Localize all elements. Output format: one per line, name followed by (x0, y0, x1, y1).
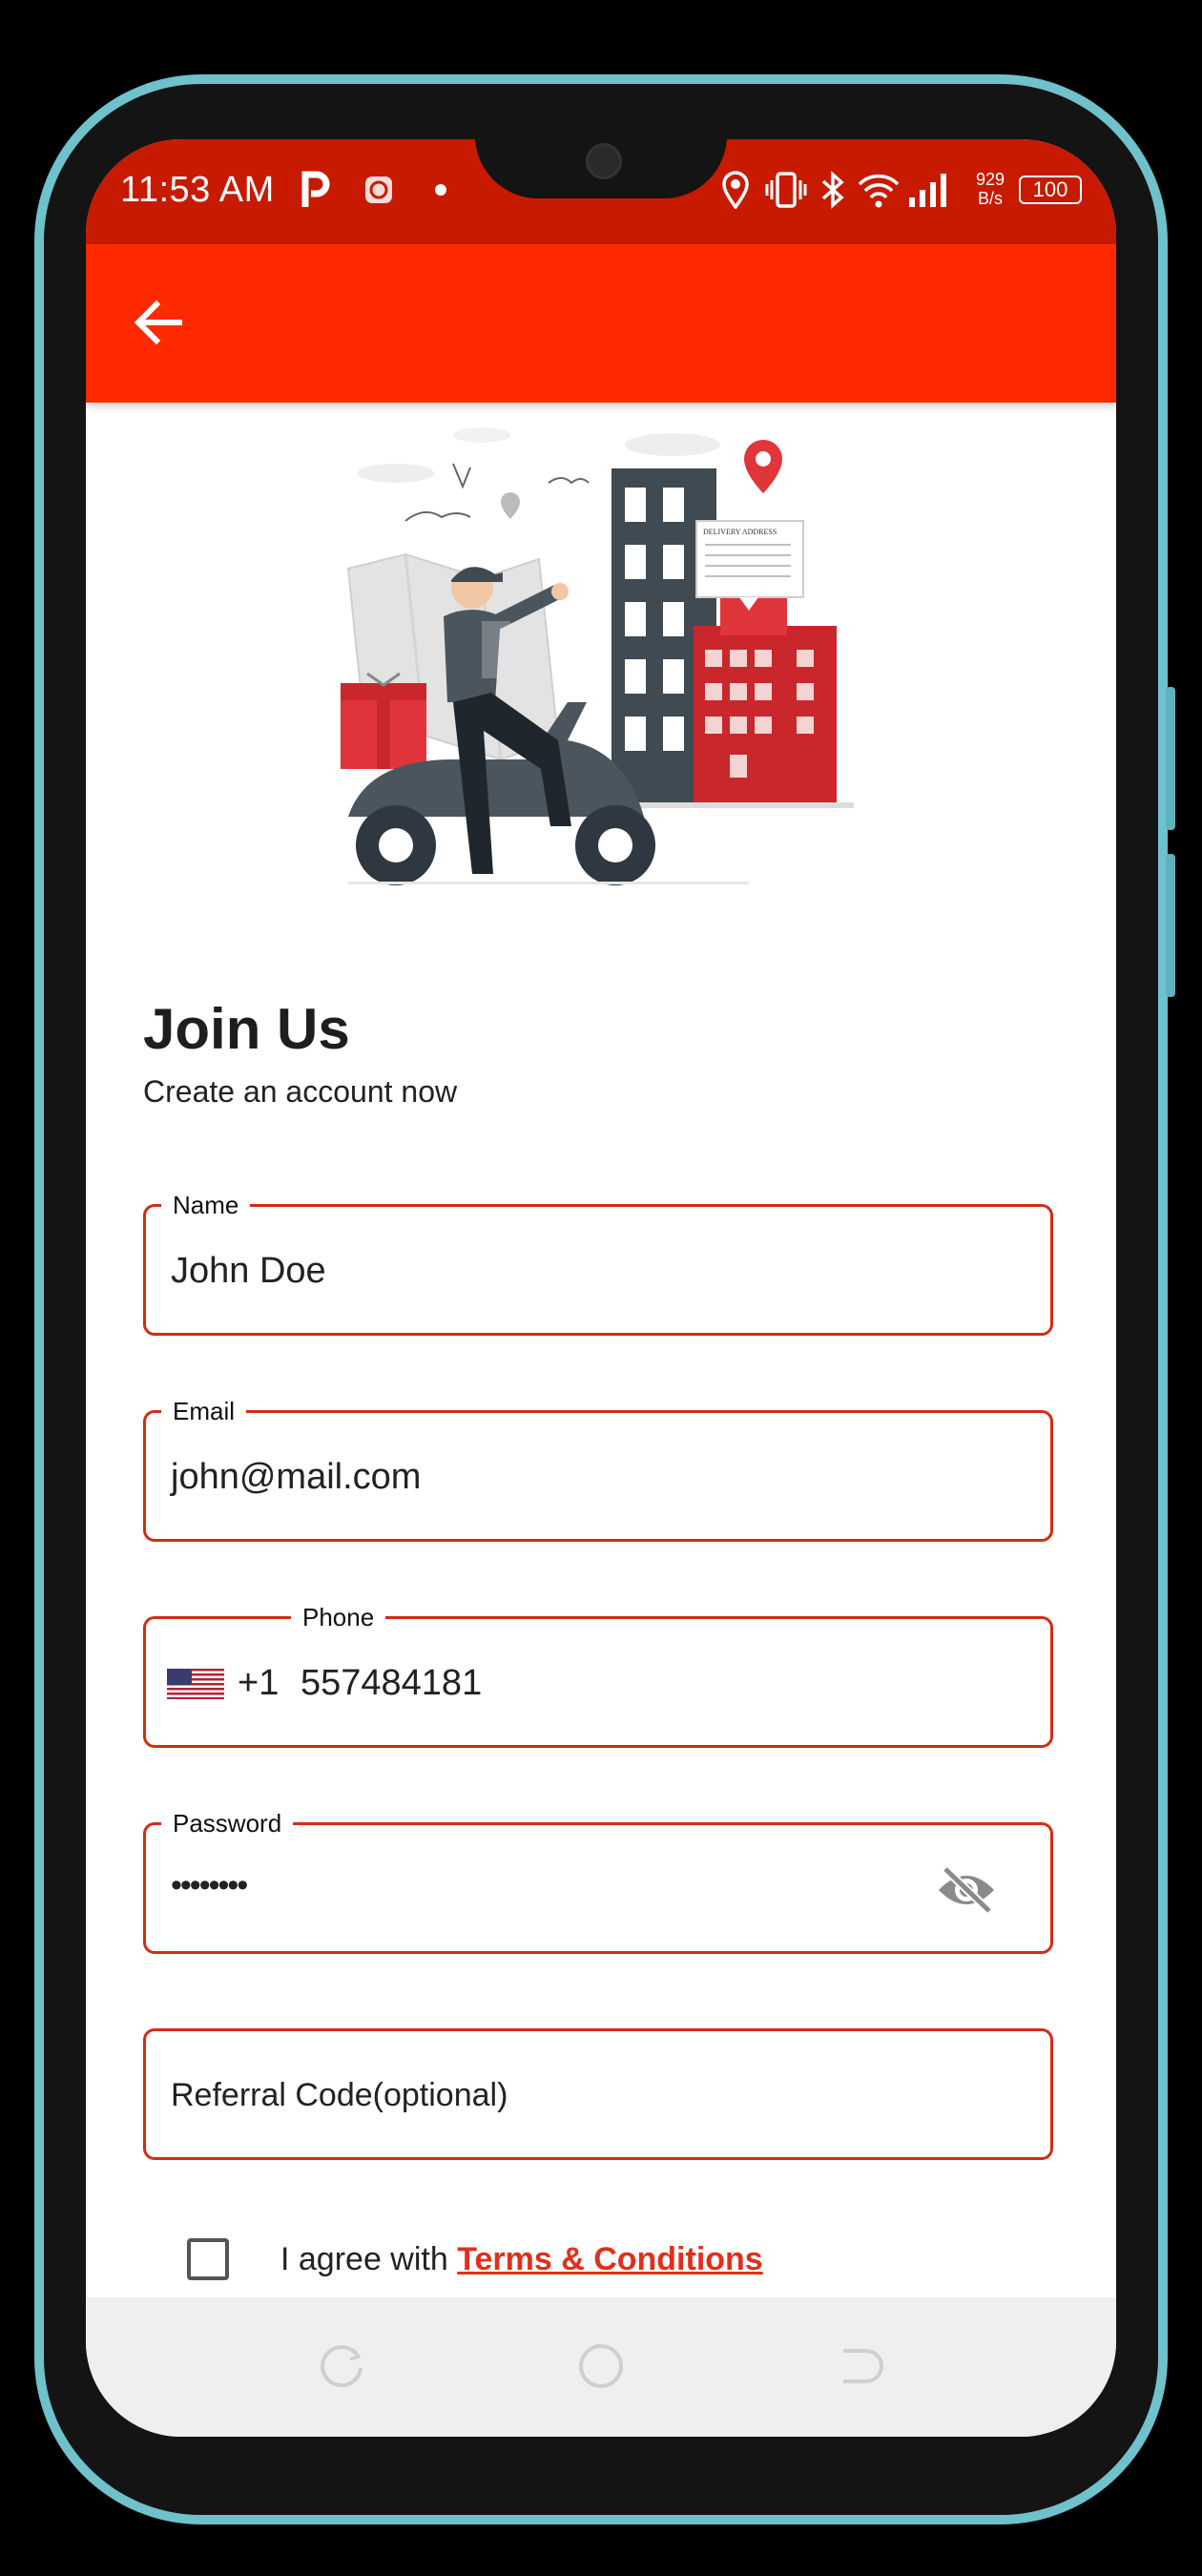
app-badge-icon (363, 168, 395, 212)
name-field[interactable]: Name John Doe (143, 1191, 1053, 1336)
back-nav-icon[interactable] (834, 2339, 887, 2393)
delivery-illustration: DELIVERY ADDRESS (339, 416, 873, 912)
camera-notch (475, 139, 727, 198)
agreement-text: I agree with (280, 2241, 448, 2277)
agreement-row: I agree with Terms & Conditions (280, 2238, 763, 2280)
page-subtitle: Create an account now (143, 1074, 458, 1109)
password-label: Password (161, 1809, 294, 1838)
screen: 11:53 AM 929 B/s 100 DELIVERY ADDRESS Jo… (86, 139, 1116, 2437)
vibrate-icon (765, 168, 807, 212)
volume-down-button (1166, 854, 1175, 997)
phone-input[interactable]: 557484181 (300, 1661, 482, 1705)
net-speed-value: 929 (975, 170, 1005, 189)
net-speed-unit: B/s (977, 189, 1003, 208)
email-input[interactable]: john@mail.com (171, 1455, 421, 1499)
home-icon[interactable] (574, 2339, 628, 2393)
location-icon (719, 168, 752, 212)
notification-dot-icon (434, 168, 447, 212)
status-time: 11:53 AM (120, 170, 275, 210)
name-label: Name (161, 1191, 251, 1219)
referral-input[interactable]: Referral Code(optional) (171, 2073, 508, 2117)
password-field[interactable]: Password •••••••• (143, 1809, 1053, 1954)
arrow-back-icon[interactable] (128, 292, 189, 353)
volume-up-button (1166, 687, 1175, 830)
password-input[interactable]: •••••••• (171, 1863, 248, 1907)
terms-link[interactable]: Terms & Conditions (457, 2241, 763, 2277)
net-speed: 929 B/s (969, 170, 1011, 208)
delivery-address-sign: DELIVERY ADDRESS (703, 528, 777, 536)
page-title: Join Us (143, 997, 350, 1061)
status-bar: 11:53 AM 929 B/s 100 (86, 139, 1116, 244)
battery-icon: 100 (1019, 176, 1082, 204)
referral-field[interactable]: Referral Code(optional) (143, 2028, 1053, 2160)
app-bar (86, 244, 1116, 403)
name-input[interactable]: John Doe (171, 1249, 326, 1293)
navigation-bar (86, 2297, 1116, 2437)
recents-icon[interactable] (315, 2339, 368, 2393)
terms-checkbox[interactable] (187, 2238, 229, 2280)
bluetooth-icon (819, 168, 847, 212)
email-label: Email (161, 1397, 247, 1425)
email-field[interactable]: Email john@mail.com (143, 1397, 1053, 1542)
wifi-icon (857, 168, 901, 212)
country-code[interactable]: +1 (238, 1661, 279, 1705)
signal-icon (906, 168, 950, 212)
eye-off-icon[interactable] (936, 1863, 997, 1917)
phone-field[interactable]: Phone +1 557484181 (143, 1603, 1053, 1748)
parking-app-icon (300, 168, 332, 212)
us-flag-icon[interactable] (167, 1669, 224, 1699)
phone-label: Phone (291, 1603, 386, 1631)
